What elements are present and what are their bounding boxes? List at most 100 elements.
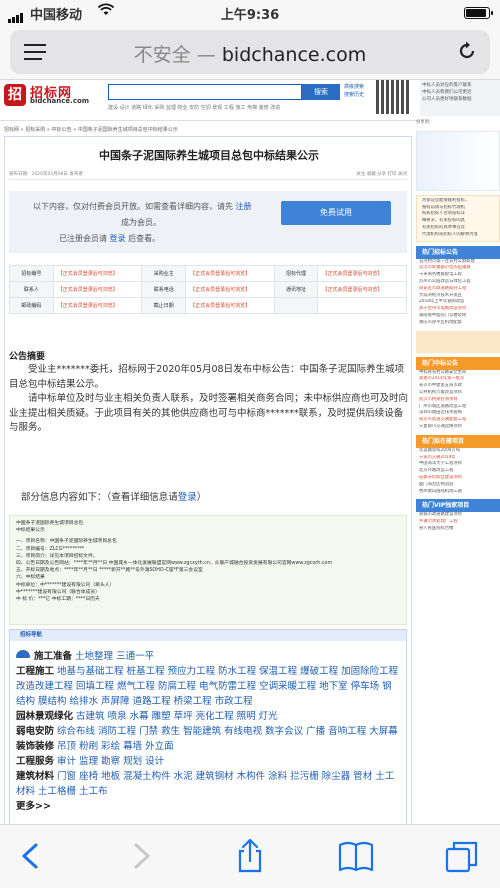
info-key: 截止日期	[141, 297, 187, 314]
excerpt-line: 中*******建设有限公司（联合体成员）	[16, 589, 100, 595]
advanced-search-links[interactable]: 高级搜索 搜索历史	[344, 83, 364, 99]
nav-category: 工程施工 地基与基础工程 桩基工程 预应力工程 防水工程 保温工程 爆破工程 加…	[16, 666, 398, 707]
sidebar-list-item[interactable]: 长沙市中建第五局市政	[416, 383, 500, 390]
nav-category-links[interactable]: 综合布线 消防工程 门禁 救生 智能建筑 有线电视 数字会议 广播 音响工程 大…	[57, 726, 398, 737]
detail-login-link[interactable]: 登录	[178, 492, 197, 503]
sidebar-list-item[interactable]: 厦门海沧区物流园	[416, 482, 500, 489]
nav-category-name[interactable]: 园林景观绿化	[16, 711, 73, 722]
advanced-search-link[interactable]: 高级搜索	[344, 83, 364, 91]
sidebar-list-item[interactable]: 成都天府新区建设项目	[416, 475, 500, 482]
excerpt-line: 五、开标日期及地点：****年**月**日 *****新开**路**号外滩SOH…	[16, 568, 203, 574]
nav-category-links[interactable]: 门窗 座椅 地板 混凝土构件 水泥 建筑钢材 木构件 涂料 拦污栅 除尘器 管材…	[16, 771, 394, 797]
site-search-button[interactable]: 搜索	[302, 84, 340, 100]
info-value[interactable]: 【正式会员登录后可浏览】	[52, 297, 143, 314]
sidebar-list-item[interactable]: 千米商务楼群配电工程	[416, 272, 500, 279]
info-key: 邮政编码	[9, 297, 54, 314]
qr-code-icon	[376, 80, 410, 114]
sidebar-list-item[interactable]: 关于台州市电网改造项目	[416, 306, 500, 313]
login-link[interactable]: 登录	[110, 234, 126, 243]
bid-navigation-body: 施工准备 土地整理 三通一平 工程施工 地基与基础工程 桩基工程 预应力工程 防水…	[10, 641, 406, 814]
site-logo[interactable]: 招 招标网 bidchance.com	[4, 82, 96, 108]
nav-category-name[interactable]: 装饰装修	[16, 741, 54, 752]
excerpt-line: 三、项目简介：详见本项目招标文件。	[16, 553, 98, 559]
sidebar-list-item[interactable]: 年运输总吨2000万吨	[416, 448, 500, 455]
sidebar-list-item[interactable]: 高速市2014年第一批次	[416, 376, 500, 383]
search-history-link[interactable]: 搜索历史	[344, 91, 364, 99]
sidebar-list-title: 热门VIP独家项目	[416, 499, 500, 513]
url-field[interactable]: 不安全 — bidchance.com	[10, 30, 490, 74]
sidebar-list-item[interactable]: 苏州市公园改造与绿化工程	[416, 279, 500, 286]
divider	[9, 179, 407, 180]
nav-category-name[interactable]: 施工准备	[34, 651, 72, 662]
nav-category-links[interactable]: 土地整理 三通一平	[75, 651, 154, 662]
bookmarks-icon[interactable]	[336, 839, 376, 873]
hot-vip-list: 热门VIP独家项目 县城市政道路建设项目 乡镇污水处理厂工程 县人民医院综合楼	[416, 499, 500, 532]
sidebar-list-item[interactable]: 县人民医院综合楼	[416, 526, 500, 533]
sidebar-list-item[interactable]: 中标县农村公路安全生命	[416, 370, 500, 377]
browser-toolbar	[0, 824, 500, 888]
sidebar-list-item[interactable]: 重庆市梁平区机场配套	[416, 320, 500, 327]
article-actions[interactable]: 关注 收藏 分享 打印 关闭	[356, 171, 407, 177]
info-value[interactable]: 【正式会员登录后可浏览】	[185, 281, 275, 298]
sidebar-banner[interactable]	[416, 130, 500, 191]
url-text[interactable]: 不安全 — bidchance.com	[10, 40, 490, 67]
info-row: 招标编号 【正式会员登录后可浏览】 采购业主 【正式会员登录后可浏览】 招标代理 【正式会…	[9, 265, 407, 282]
sidebar-list-item[interactable]: 县城市政道路建设项目	[416, 512, 500, 519]
sidebar-list-item[interactable]: 宁夏银川交通运维项目	[416, 424, 500, 431]
hot-keywords[interactable]: 建设 设计 道路 绿化 采购 监理 物业 安防 空调 景观 工程 施工 电梯 装…	[108, 104, 280, 111]
info-value[interactable]: 【正式会员登录后可浏览】	[185, 265, 275, 282]
nav-category: 工程服务 审计 监理 勘察 规划 设计	[16, 756, 164, 767]
sidebar-list-item[interactable]: 南京市轨道交通配套工程	[416, 417, 500, 424]
nav-more-link[interactable]: 更多>>	[16, 799, 400, 814]
sidebar-list-item[interactable]: 北京环路改造工程	[416, 468, 500, 475]
sidebar-list-item[interactable]: 云浮市新福都小型农田灌溉	[416, 265, 500, 272]
sidebar-list-item[interactable]: 同安区市政道路提升工程	[416, 286, 500, 293]
sidebar-list-item[interactable]: 2018年上半年管网改造	[416, 299, 500, 306]
nav-category-name[interactable]: 弱电安防	[16, 726, 54, 737]
site-search-input[interactable]	[108, 84, 302, 100]
web-page: 招 招标网 bidchance.com 搜索 高级搜索 搜索历史 建设 设计 道…	[0, 80, 500, 824]
sidebar-promo-banner[interactable]	[416, 330, 500, 353]
register-link[interactable]: 注册	[236, 202, 252, 211]
nav-category-name[interactable]: 建筑材料	[16, 771, 54, 782]
nav-category-links[interactable]: 地基与基础工程 桩基工程 预应力工程 防水工程 保温工程 爆破工程 加固除险工程…	[16, 666, 398, 707]
nav-category-links[interactable]: 审计 监理 勘察 规划 设计	[57, 756, 164, 767]
nav-row: 施工准备 土地整理 三通一平	[16, 649, 400, 664]
sidebar-list-item[interactable]: 石河村市第一连农村公厕新建	[416, 259, 500, 266]
nav-category-name[interactable]: 工程施工	[16, 666, 54, 677]
nav-category-links[interactable]: 古建筑 喷泉 水幕 雕塑 草坪 亮化工程 照明 灯光	[76, 711, 278, 722]
nav-category: 施工准备 土地整理 三通一平	[16, 650, 154, 662]
free-trial-button[interactable]: 免费试用	[281, 201, 391, 225]
info-value[interactable]: 【正式会员登录后可浏览】	[317, 281, 407, 298]
forward-icon[interactable]	[120, 839, 160, 873]
sidebar-list-item[interactable]: 湖南省中医院门诊楼装修	[416, 313, 500, 320]
summary-paragraph: 受业主*******委托，招标网于2020年05月08日发布中标公告：中国条子泥…	[9, 364, 405, 390]
info-value[interactable]: 【正式会员登录后可浏览】	[52, 281, 143, 298]
sidebar-list-item[interactable]: 公共机构节能改造项目	[416, 390, 500, 397]
info-value[interactable]	[317, 297, 407, 314]
sidebar-list-item[interactable]: 宁波市交通2019年	[416, 455, 500, 462]
sidebar-list-item[interactable]: 乡镇污水处理厂工程	[416, 519, 500, 526]
info-value[interactable]: 【正式会员登录后可浏览】	[185, 297, 275, 314]
excerpt-line: 中国条子泥国际养生城项目总包	[16, 521, 84, 526]
info-value[interactable]: 【正式会员登录后可浏览】	[52, 265, 143, 282]
sidebar-list-item[interactable]: 杭州萧山国际机场三期	[416, 489, 500, 496]
summary-text: 受业主*******委托，招标网于2020年05月08日发布中标公告：中国条子泥…	[9, 363, 409, 436]
logo-domain: bidchance.com	[30, 97, 90, 105]
breadcrumb[interactable]: 招标网 » 招标采购 » 中标公告 » 中国条子泥国际养生城项目总包中标结果公示	[4, 126, 178, 133]
sidebar-list-item[interactable]: 广州市城区道路改造工程	[416, 404, 500, 411]
back-icon[interactable]	[12, 839, 52, 873]
excerpt-line: 中 标 价：***亿 中标工期：****日历天	[16, 597, 100, 603]
info-value[interactable]: 【正式会员登录后可浏览】	[317, 265, 407, 282]
share-icon[interactable]	[230, 838, 270, 873]
tabs-icon[interactable]	[442, 839, 482, 873]
share-bar[interactable]: 分享到：	[416, 120, 500, 127]
nav-category-name[interactable]: 工程服务	[16, 756, 54, 767]
sidebar-list-item[interactable]: 深圳市福田区排水管网	[416, 410, 500, 417]
clock: 上午9:36	[220, 8, 280, 23]
sidebar-list-item[interactable]: 中国海洋大学工程项目	[416, 461, 500, 468]
sidebar-list-item[interactable]: 武汉市桥梁检测项目	[416, 397, 500, 404]
sidebar-list-item[interactable]: 大蒜湾经济技术开发区	[416, 293, 500, 300]
reload-icon[interactable]	[456, 40, 478, 62]
nav-category-links[interactable]: 吊顶 粉刷 彩绘 幕墙 外立面	[57, 741, 174, 752]
